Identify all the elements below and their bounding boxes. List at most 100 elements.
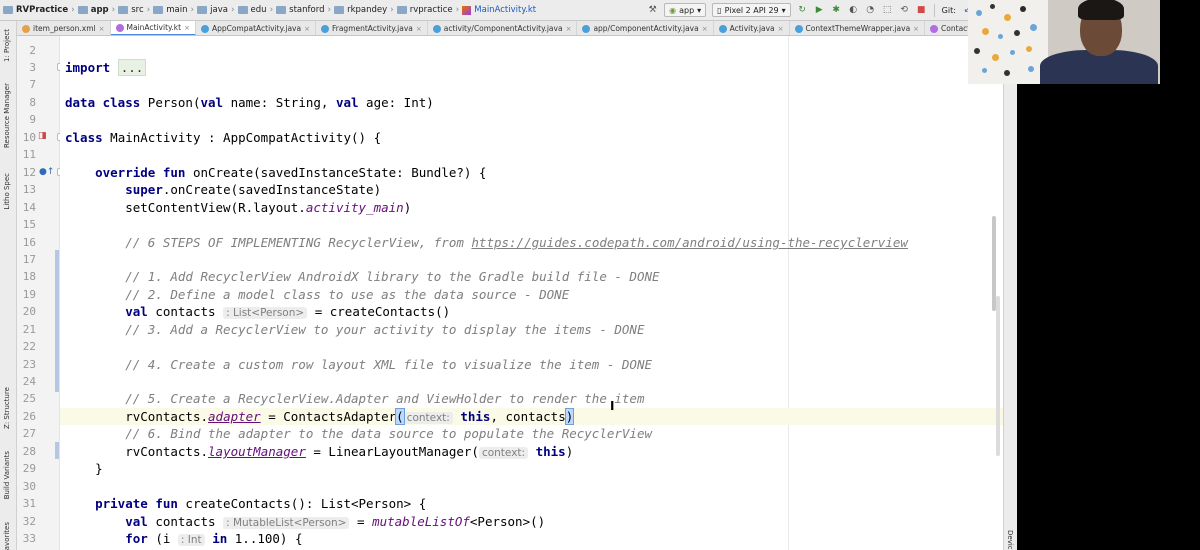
keyword: in xyxy=(212,531,228,546)
profile-icon[interactable]: ◔ xyxy=(864,4,877,17)
keyword: private fun xyxy=(95,496,178,511)
favorites-tool-button[interactable]: Favorites xyxy=(3,522,11,550)
device-file-explorer-tool-button[interactable]: Device File E xyxy=(1006,530,1014,550)
editor-scrollbar-track[interactable] xyxy=(996,296,1000,456)
breadcrumb-file[interactable]: MainActivity.kt xyxy=(459,5,539,15)
code-text: ) xyxy=(403,200,412,215)
tab-label: app/ComponentActivity.java xyxy=(593,24,699,33)
override-gutter-icon[interactable]: ●↑ xyxy=(39,167,54,177)
coverage-icon[interactable]: ◐ xyxy=(847,4,860,17)
folder-icon xyxy=(396,6,407,14)
right-tool-strip: Device File E xyxy=(1003,36,1017,550)
apply-changes-icon[interactable]: ⟲ xyxy=(898,4,911,17)
comment-link[interactable]: https://guides.codepath.com/android/usin… xyxy=(471,235,908,250)
comment: // 1. Add RecyclerView AndroidX library … xyxy=(125,269,660,284)
run-config-select[interactable]: ◉ app ▾ xyxy=(664,3,707,17)
close-icon[interactable]: × xyxy=(778,25,784,33)
tab-activity-componentactivity-java[interactable]: activity/ComponentActivity.java × xyxy=(428,21,578,35)
presenter-hair xyxy=(1078,0,1124,20)
breadcrumb-stanford[interactable]: stanford xyxy=(273,5,327,15)
code-line-29: } xyxy=(65,460,103,477)
code-text: } xyxy=(95,461,103,476)
wall-dot xyxy=(1020,6,1026,12)
java-class-icon xyxy=(200,24,209,33)
project-tool-button[interactable]: 1: Project xyxy=(3,29,11,62)
breadcrumb-main[interactable]: main xyxy=(150,5,190,15)
tab-label: Activity.java xyxy=(729,24,775,33)
breadcrumb-app[interactable]: app xyxy=(75,5,112,15)
keyword: for xyxy=(125,531,148,546)
close-icon[interactable]: × xyxy=(566,25,572,33)
debug-icon[interactable]: ✱ xyxy=(830,4,843,17)
xml-file-icon xyxy=(22,24,30,33)
folder-icon xyxy=(334,6,345,14)
line-number: 16 xyxy=(22,236,36,249)
keyword: data class xyxy=(65,95,141,110)
kotlin-file-icon xyxy=(115,23,124,32)
breadcrumb-rvpractice[interactable]: rvpractice xyxy=(394,5,456,15)
close-icon[interactable]: × xyxy=(99,25,105,33)
right-margin-guide xyxy=(788,36,789,550)
line-number: 9 xyxy=(29,113,36,126)
param-hint: context: xyxy=(403,412,453,424)
breadcrumb-project[interactable]: RVPractice xyxy=(0,5,71,15)
line-number: 13 xyxy=(22,183,36,196)
tab-label: ContextThemeWrapper.java xyxy=(805,24,911,33)
line-number: 10 xyxy=(22,131,36,144)
keyword: override fun xyxy=(95,165,186,180)
tab-contextthemewrapper-java[interactable]: ContextThemeWrapper.java × xyxy=(790,21,926,35)
line-number: 18 xyxy=(22,270,36,283)
tab-app-componentactivity-java[interactable]: app/ComponentActivity.java × xyxy=(577,21,714,35)
code-text: rvContacts. xyxy=(125,444,209,459)
rerun-icon[interactable]: ↻ xyxy=(796,4,809,17)
code-editor[interactable]: import ... data class Person(val name: S… xyxy=(60,36,1003,550)
device-select[interactable]: ▯ Pixel 2 API 29 ▾ xyxy=(712,3,791,17)
wall-dot xyxy=(1010,50,1015,55)
line-number: 31 xyxy=(22,497,36,510)
kotlin-file-icon xyxy=(930,24,939,33)
build-variants-tool-button[interactable]: Build Variants xyxy=(3,451,11,499)
tab-label: activity/ComponentActivity.java xyxy=(443,24,563,33)
attach-debugger-icon[interactable]: ⬚ xyxy=(881,4,894,17)
line-number: 14 xyxy=(22,201,36,214)
close-icon[interactable]: × xyxy=(184,24,190,32)
line-number: 15 xyxy=(22,218,36,231)
close-icon[interactable]: × xyxy=(304,25,310,33)
breadcrumb-src[interactable]: src xyxy=(115,5,146,15)
text-cursor-icon: I xyxy=(610,399,615,413)
chevron-down-icon: ▾ xyxy=(697,5,702,15)
hammer-icon[interactable]: ⚒ xyxy=(646,4,659,17)
tab-appcompatactivity-java[interactable]: AppCompatActivity.java × xyxy=(196,21,316,35)
tab-activity-java[interactable]: Activity.java × xyxy=(714,21,790,35)
litho-spec-tool-button[interactable]: Litho Spec xyxy=(3,173,11,210)
stop-icon[interactable]: ■ xyxy=(915,4,928,17)
structure-tool-button[interactable]: Z: Structure xyxy=(3,387,11,429)
folder-icon xyxy=(276,6,287,14)
code-text: Person( xyxy=(140,95,201,110)
folded-imports[interactable]: ... xyxy=(117,59,147,76)
code-line-28: rvContacts.layoutManager = LinearLayoutM… xyxy=(65,443,573,462)
breadcrumb-rkpandey[interactable]: rkpandey xyxy=(331,5,390,15)
tab-fragmentactivity-java[interactable]: FragmentActivity.java × xyxy=(316,21,428,35)
code-line-23: // 4. Create a custom row layout XML fil… xyxy=(65,356,652,373)
line-number: 25 xyxy=(22,392,36,405)
device-label: Pixel 2 API 29 xyxy=(724,5,779,15)
resource-manager-tool-button[interactable]: Resource Manager xyxy=(3,83,11,148)
git-label: Git: xyxy=(941,5,956,15)
close-icon[interactable]: × xyxy=(913,25,919,33)
close-icon[interactable]: × xyxy=(416,25,422,33)
breadcrumb-edu[interactable]: edu xyxy=(235,5,270,15)
close-icon[interactable]: × xyxy=(702,25,708,33)
line-number: 29 xyxy=(22,462,36,475)
comment: // 6. Bind the adapter to the data sourc… xyxy=(125,426,653,441)
run-icon[interactable]: ▶ xyxy=(813,4,826,17)
breadcrumb-label: rkpandey xyxy=(347,5,388,15)
tab-item-person-xml[interactable]: item_person.xml × xyxy=(17,21,111,35)
tab-mainactivity-kt[interactable]: MainActivity.kt × xyxy=(110,21,196,35)
black-background xyxy=(1017,84,1200,550)
navigation-bar: RVPractice › app › src › main › java › e… xyxy=(0,0,1017,21)
class-gutter-icon[interactable]: ◨ xyxy=(38,131,47,141)
breadcrumb-java[interactable]: java xyxy=(194,5,231,15)
breadcrumb-label: main xyxy=(166,5,188,15)
vcs-change-marker xyxy=(55,442,59,459)
